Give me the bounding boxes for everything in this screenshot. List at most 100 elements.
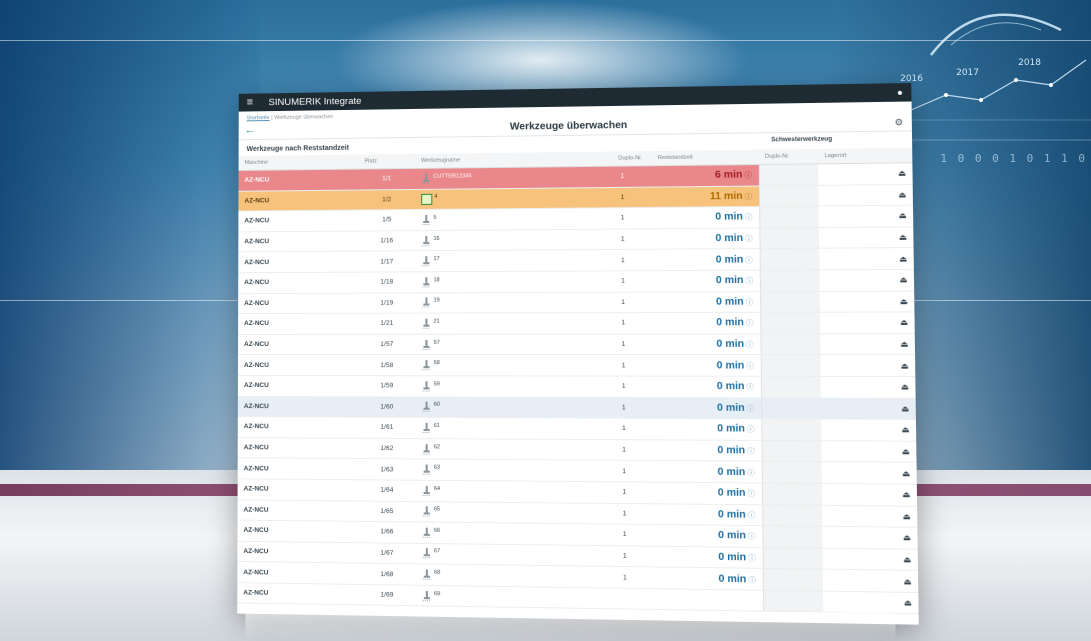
col-header-place[interactable]: Platz — [358, 153, 416, 170]
tool-name: 19 — [433, 297, 440, 304]
tray-icon[interactable]: ⏏ — [900, 297, 908, 306]
info-icon[interactable]: ⓘ — [746, 278, 753, 285]
machine-cell: AZ-NCU — [237, 561, 359, 585]
rest-time-cell: 0 min ⓘ — [652, 270, 760, 292]
tray-icon[interactable]: ⏏ — [898, 169, 906, 178]
location-cell: ⏏ — [818, 205, 914, 228]
gear-icon[interactable]: ⚙ — [894, 117, 903, 128]
rest-time-cell: 0 min ⓘ — [654, 545, 763, 569]
info-icon[interactable]: ⓘ — [745, 257, 752, 264]
info-icon[interactable]: ⓘ — [746, 342, 753, 349]
location-cell: ⏏ — [822, 569, 919, 593]
tray-icon[interactable]: ⏏ — [902, 468, 910, 477]
rest-time-cell — [654, 588, 764, 612]
tray-icon[interactable]: ⏏ — [904, 598, 912, 608]
machine-cell: AZ-NCU — [237, 334, 359, 355]
col-header-duplo[interactable]: Duplo-Nr. — [611, 151, 652, 167]
info-icon[interactable]: ⓘ — [747, 469, 755, 476]
machine-cell: AZ-NCU — [237, 540, 359, 564]
tool-name-cell: 62 — [415, 438, 614, 461]
location-cell: ⏏ — [821, 440, 917, 463]
tray-icon[interactable]: ⏏ — [898, 190, 906, 199]
tray-icon[interactable]: ⏏ — [902, 512, 910, 522]
table-row[interactable]: AZ-NCU 1/57 57 1 0 min ⓘ ⏏ — [237, 333, 916, 355]
tray-icon[interactable]: ⏏ — [903, 577, 911, 587]
info-icon[interactable]: ⓘ — [747, 427, 755, 434]
info-icon[interactable]: ⓘ — [748, 577, 756, 584]
table-row[interactable]: AZ-NCU 1/60 60 1 0 min ⓘ ⏏ — [237, 396, 916, 420]
tray-icon[interactable]: ⏏ — [903, 533, 911, 543]
place-cell: 1/61 — [358, 417, 416, 439]
duplo-cell: 1 — [612, 207, 653, 229]
table-row[interactable]: AZ-NCU 1/59 59 1 0 min ⓘ ⏏ — [237, 375, 916, 398]
col-header-location[interactable]: Lagerort — [817, 147, 913, 164]
info-icon[interactable]: ⓘ — [747, 406, 755, 413]
tool-name: 21 — [433, 318, 440, 325]
sister-duplo-cell — [761, 482, 823, 505]
info-icon[interactable]: ⓘ — [746, 321, 753, 328]
table-row[interactable]: AZ-NCU 1/58 58 1 0 min ⓘ ⏏ — [237, 354, 916, 377]
tray-icon[interactable]: ⏏ — [899, 275, 907, 284]
duplo-cell: 1 — [614, 566, 655, 589]
location-cell: ⏏ — [822, 526, 918, 549]
duplo-cell: 1 — [612, 312, 653, 334]
info-icon[interactable]: ⓘ — [745, 194, 752, 201]
table-row[interactable]: AZ-NCU 1/18 18 1 0 min ⓘ ⏏ — [238, 269, 915, 294]
rest-time-cell: 6 min ⓘ — [651, 164, 759, 187]
machine-cell: AZ-NCU — [238, 230, 359, 253]
tool-name: 68 — [434, 569, 441, 576]
info-icon[interactable]: ⓘ — [745, 236, 752, 243]
duplo-cell: 1 — [612, 186, 652, 208]
col-header-rest-time[interactable]: Reststandzeit — [651, 149, 759, 166]
duplo-cell: 1 — [612, 165, 652, 188]
tray-icon[interactable]: ⏏ — [902, 447, 910, 456]
user-icon[interactable]: ● — [897, 87, 903, 97]
location-cell: ⏏ — [822, 504, 918, 528]
info-icon[interactable]: ⓘ — [748, 491, 756, 498]
tool-name: 57 — [433, 339, 440, 346]
rest-time-cell: 0 min ⓘ — [651, 206, 760, 229]
tray-icon[interactable]: ⏏ — [903, 555, 911, 565]
tray-icon[interactable]: ⏏ — [901, 425, 909, 434]
location-cell: ⏏ — [819, 312, 915, 334]
tool-name: 60 — [433, 401, 440, 409]
rest-time-cell: 0 min ⓘ — [653, 439, 762, 462]
location-cell: ⏏ — [821, 419, 917, 441]
backdrop-left-shade — [0, 0, 260, 470]
tray-icon[interactable]: ⏏ — [899, 254, 907, 263]
info-icon[interactable]: ⓘ — [745, 173, 752, 180]
tray-icon[interactable]: ⏏ — [900, 318, 908, 327]
menu-icon[interactable]: ≡ — [247, 96, 259, 108]
sister-duplo-cell — [762, 525, 823, 548]
milling-cutter-icon — [421, 360, 433, 369]
tray-icon[interactable]: ⏏ — [900, 340, 908, 349]
info-icon[interactable]: ⓘ — [748, 555, 756, 562]
tray-icon[interactable]: ⏏ — [902, 490, 910, 500]
rest-time-cell: 0 min ⓘ — [652, 333, 761, 355]
milling-cutter-icon — [422, 443, 434, 452]
sister-duplo-cell — [761, 418, 822, 441]
tray-icon[interactable]: ⏏ — [898, 211, 906, 220]
tray-icon[interactable]: ⏏ — [900, 361, 908, 370]
info-icon[interactable]: ⓘ — [745, 215, 752, 222]
app-window: ≡ SINUMERIK Integrate ● Startseite | Wer… — [237, 82, 919, 625]
col-header-machine[interactable]: Maschine — [238, 154, 359, 171]
info-icon[interactable]: ⓘ — [747, 384, 755, 391]
info-icon[interactable]: ⓘ — [748, 512, 756, 519]
tray-icon[interactable]: ⏏ — [901, 404, 909, 413]
tray-icon[interactable]: ⏏ — [899, 233, 907, 242]
sister-duplo-cell — [758, 163, 819, 186]
rest-time-cell: 0 min ⓘ — [652, 248, 760, 271]
info-icon[interactable]: ⓘ — [748, 534, 756, 541]
tray-icon[interactable]: ⏏ — [901, 382, 909, 391]
rest-time-cell: 0 min ⓘ — [653, 397, 762, 419]
tool-name: 5 — [433, 214, 437, 221]
duplo-cell: 1 — [612, 228, 653, 250]
table-row[interactable]: AZ-NCU 1/19 19 1 0 min ⓘ ⏏ — [238, 290, 915, 314]
rest-time-value: 0 min — [717, 487, 746, 500]
table-row[interactable]: AZ-NCU 1/21 21 1 0 min ⓘ ⏏ — [238, 312, 915, 335]
info-icon[interactable]: ⓘ — [747, 448, 755, 455]
info-icon[interactable]: ⓘ — [746, 299, 753, 306]
info-icon[interactable]: ⓘ — [746, 363, 753, 370]
col-header-sister-duplo[interactable]: Duplo-Nr. — [758, 148, 819, 165]
